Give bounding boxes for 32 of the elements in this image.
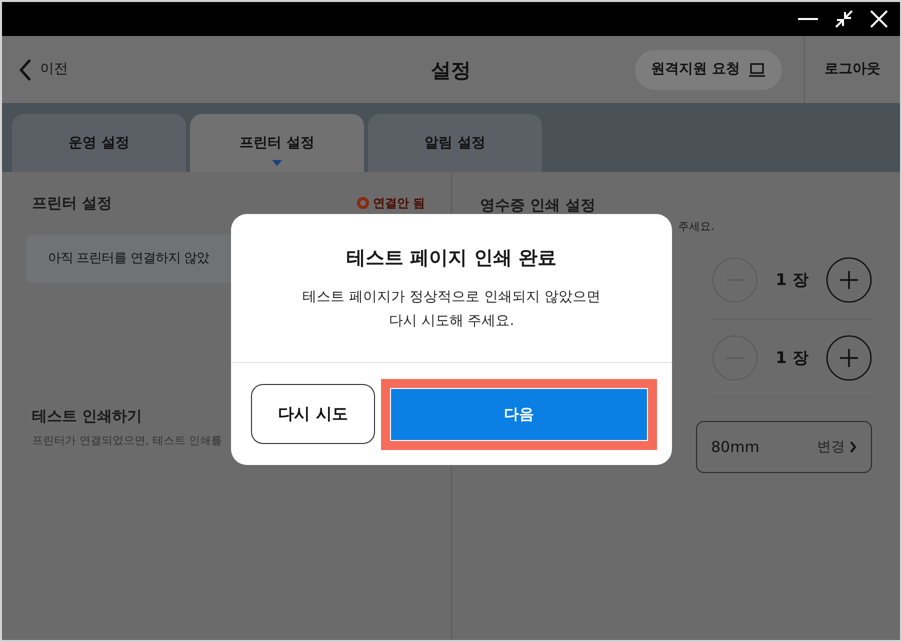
back-link[interactable]: 이전 xyxy=(40,59,68,80)
count-value: 1 장 xyxy=(776,347,808,369)
tab[interactable]: 프린터 설정 xyxy=(190,114,364,172)
chevron-right-icon xyxy=(849,441,857,453)
plus-button[interactable] xyxy=(826,335,872,381)
count-value: 1 장 xyxy=(776,268,808,290)
caret-icon xyxy=(272,160,282,166)
collapse-arrows-icon[interactable] xyxy=(834,9,854,29)
message-text: 아직 프린터를 연결하지 않았 xyxy=(48,250,209,268)
hint-text: 주세요. xyxy=(678,218,714,234)
status-ring-icon xyxy=(356,197,369,210)
tab[interactable]: 알림 설정 xyxy=(368,114,542,172)
dialog-title: 테스트 페이지 인쇄 완료 xyxy=(346,246,556,271)
dialog-message: 테스트 페이지가 정상적으로 인쇄되지 않았으면 xyxy=(302,288,600,306)
section-title: 프린터 설정 xyxy=(32,193,112,214)
logout-link[interactable]: 로그아웃 xyxy=(824,59,880,80)
minimize-icon[interactable] xyxy=(798,17,818,21)
next-button[interactable]: 다음 xyxy=(391,388,647,440)
tab[interactable]: 운영 설정 xyxy=(12,114,186,172)
page-title: 설정 xyxy=(431,56,471,84)
section-title: 영수증 인쇄 설정 xyxy=(479,195,596,216)
paper-size-button[interactable]: 80mm 변경 xyxy=(696,421,872,473)
retry-button[interactable]: 다시 시도 xyxy=(251,384,375,444)
description-text: 프린터가 연결되었으면, 테스트 인쇄를 xyxy=(32,433,222,449)
section-title: 테스트 인쇄하기 xyxy=(32,406,142,426)
status-label: 연결안 됨 xyxy=(372,195,425,212)
remote-support-button[interactable]: 원격지원 요청 xyxy=(635,50,782,90)
back-chevron-icon[interactable] xyxy=(18,58,32,82)
close-icon[interactable] xyxy=(870,10,888,28)
plus-button[interactable] xyxy=(826,256,872,302)
laptop-icon xyxy=(748,62,766,76)
dialog-message: 다시 시도해 주세요. xyxy=(388,312,514,330)
